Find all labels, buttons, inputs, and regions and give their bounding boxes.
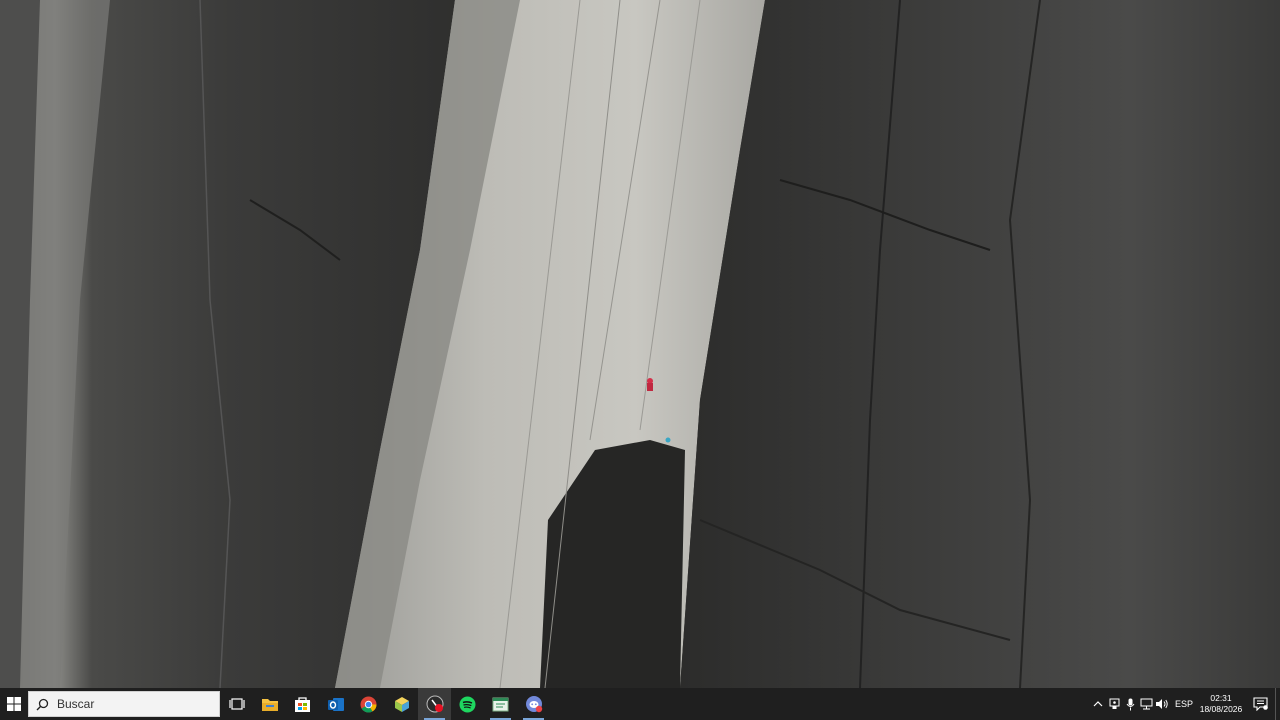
notification-center-icon bbox=[1252, 697, 1268, 711]
taskbar: ESP 02:31 18/08/2026 bbox=[0, 688, 1280, 720]
media-app-button[interactable] bbox=[418, 688, 451, 720]
network-tray-button[interactable] bbox=[1138, 688, 1154, 720]
clock-date: 18/08/2026 bbox=[1199, 704, 1243, 714]
volume-tray-button[interactable] bbox=[1154, 688, 1170, 720]
usb-tray-button[interactable] bbox=[1106, 688, 1122, 720]
show-hidden-icons-button[interactable] bbox=[1090, 688, 1106, 720]
notepad-icon bbox=[492, 697, 509, 711]
notepad-button[interactable] bbox=[484, 688, 517, 720]
network-icon bbox=[1140, 698, 1152, 710]
task-view-button[interactable] bbox=[220, 688, 253, 720]
task-view-icon bbox=[228, 698, 245, 710]
chrome-icon bbox=[360, 696, 377, 712]
discord-button[interactable] bbox=[517, 688, 550, 720]
cube-icon bbox=[394, 696, 409, 712]
store-icon bbox=[295, 696, 310, 712]
microphone-tray-button[interactable] bbox=[1122, 688, 1138, 720]
action-center-button[interactable] bbox=[1245, 688, 1275, 720]
taskbar-clock[interactable]: 02:31 18/08/2026 bbox=[1197, 693, 1245, 715]
taskbar-search-box[interactable] bbox=[28, 691, 220, 717]
folder-icon bbox=[261, 698, 278, 711]
search-input[interactable] bbox=[57, 697, 207, 711]
volume-icon bbox=[1156, 699, 1168, 709]
outlook-icon bbox=[327, 697, 344, 711]
rock-wall-illustration bbox=[0, 0, 1280, 688]
start-button[interactable] bbox=[0, 688, 28, 720]
spotify-button[interactable] bbox=[451, 688, 484, 720]
discord-icon bbox=[525, 696, 542, 713]
media-icon bbox=[426, 695, 443, 713]
cube-app-button[interactable] bbox=[385, 688, 418, 720]
system-tray: ESP 02:31 18/08/2026 bbox=[1090, 688, 1280, 720]
search-icon bbox=[36, 698, 49, 710]
chrome-button[interactable] bbox=[352, 688, 385, 720]
desktop-wallpaper bbox=[0, 0, 1280, 688]
pinned-apps bbox=[220, 688, 550, 720]
usb-icon bbox=[1109, 698, 1119, 709]
file-explorer-button[interactable] bbox=[253, 688, 286, 720]
show-desktop-button[interactable] bbox=[1275, 688, 1280, 720]
clock-time: 02:31 bbox=[1210, 693, 1232, 703]
input-language-indicator[interactable]: ESP bbox=[1173, 699, 1195, 709]
windows-logo-icon bbox=[7, 697, 21, 711]
spotify-icon bbox=[459, 696, 476, 712]
microsoft-store-button[interactable] bbox=[286, 688, 319, 720]
chevron-up-icon bbox=[1093, 701, 1103, 707]
outlook-button[interactable] bbox=[319, 688, 352, 720]
microphone-icon bbox=[1126, 698, 1134, 710]
